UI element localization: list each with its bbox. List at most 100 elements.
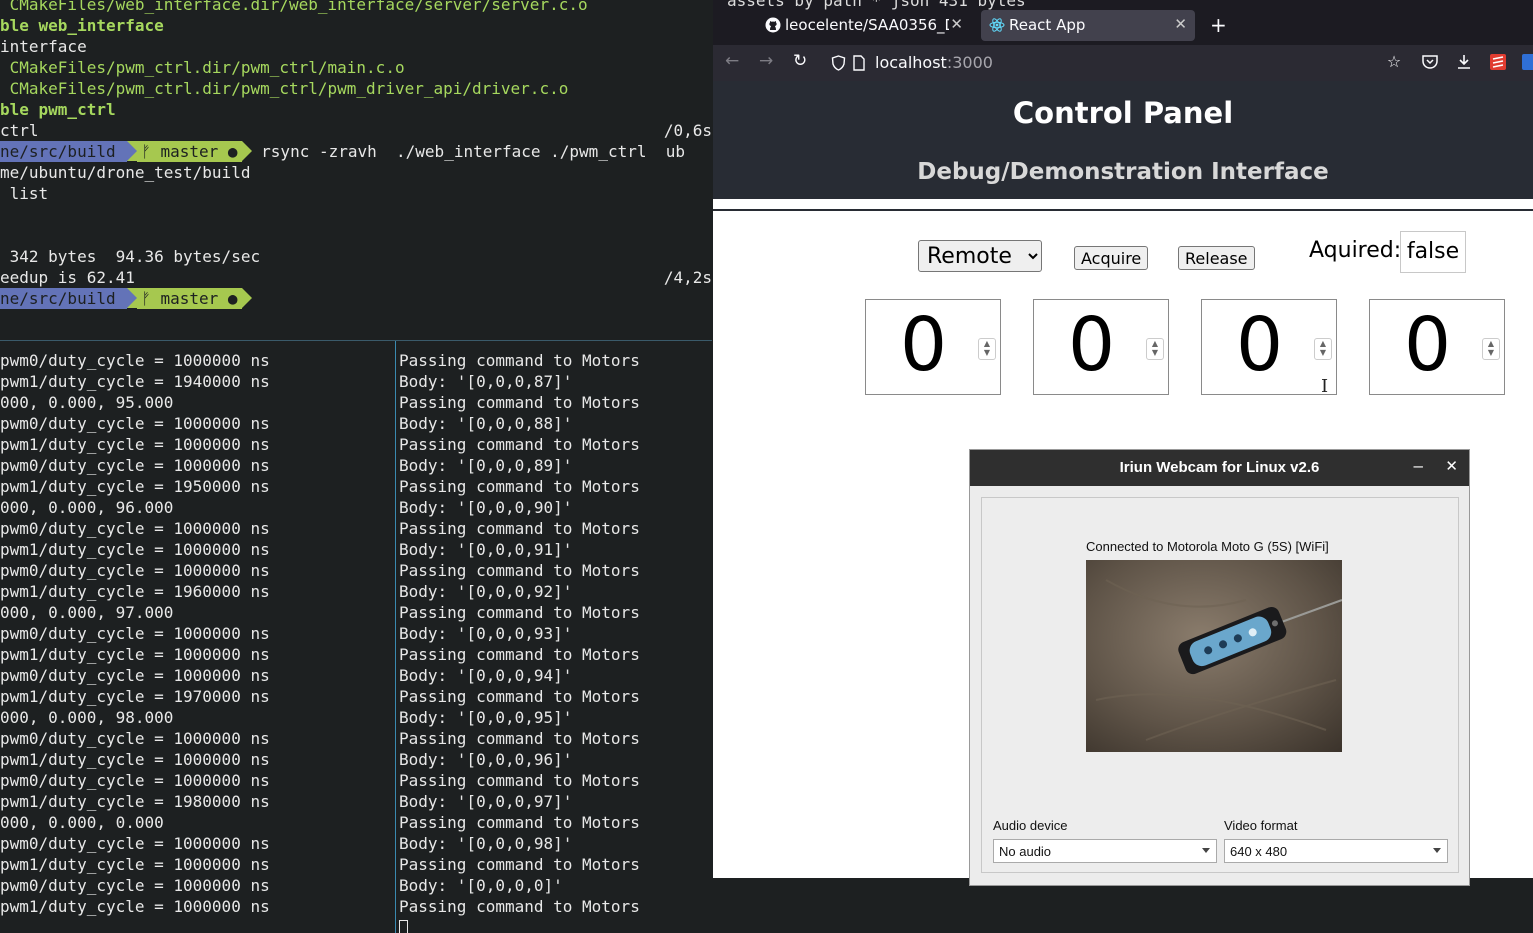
- close-icon[interactable]: ✕: [1445, 457, 1458, 475]
- terminal-line: pwm1/duty_cycle = 1960000 ns: [0, 582, 270, 601]
- terminal-line-text: CMakeFiles/pwm_ctrl.dir/pwm_ctrl/main.c.…: [0, 58, 405, 77]
- webcam-panel: Connected to Motorola Moto G (5S) [WiFi]: [981, 497, 1459, 873]
- url-port: :3000: [946, 53, 993, 72]
- spinner-icon[interactable]: ▲ ▼: [1482, 338, 1500, 360]
- spinner-icon[interactable]: ▲ ▼: [978, 338, 996, 360]
- page-subtitle: Debug/Demonstration Interface: [917, 159, 1329, 185]
- terminal-line: pwm0/duty_cycle = 1000000 ns: [0, 834, 270, 853]
- terminal-line: pwm0/duty_cycle = 1000000 ns: [0, 519, 270, 538]
- download-icon[interactable]: [1455, 53, 1473, 71]
- terminal-line: Passing command to Motors: [399, 813, 640, 832]
- terminal-line: pwm0/duty_cycle = 1000000 ns: [0, 624, 270, 643]
- terminal-line: pwm0/duty_cycle = 1000000 ns: [0, 456, 270, 475]
- terminal-line: eedup is 62.41/4,2s: [0, 267, 712, 288]
- terminal-line: ble web_interface: [0, 15, 712, 36]
- extension-red-icon[interactable]: [1489, 53, 1507, 71]
- audio-device-label: Audio device: [993, 818, 1068, 833]
- terminal-line: ble pwm_ctrl: [0, 99, 712, 120]
- terminal-line: 000, 0.000, 95.000: [0, 393, 174, 412]
- motor-4-input[interactable]: 0 ▲ ▼: [1369, 299, 1505, 395]
- terminal-line: Passing command to Motors: [399, 855, 640, 874]
- camera-preview: [1086, 560, 1342, 752]
- terminal-line: Body: '[0,0,0,95]': [399, 708, 573, 727]
- terminal-line: pwm1/duty_cycle = 1980000 ns: [0, 792, 270, 811]
- shield-icon[interactable]: [831, 55, 846, 71]
- powerline-arrow-icon: [241, 288, 252, 308]
- page-icon[interactable]: [853, 55, 865, 71]
- terminal-line: pwm1/duty_cycle = 1000000 ns: [0, 645, 270, 664]
- release-button[interactable]: Release: [1178, 246, 1255, 270]
- terminal-right-pane[interactable]: Passing command to Motors Body: '[0,0,0,8…: [399, 350, 713, 933]
- motor-4-value: 0: [1404, 302, 1452, 388]
- terminal-line: pwm0/duty_cycle = 1000000 ns: [0, 414, 270, 433]
- app-header: Control Panel Debug/Demonstration Interf…: [713, 81, 1533, 199]
- terminal-line: pwm1/duty_cycle = 1000000 ns: [0, 750, 270, 769]
- motor-2-input[interactable]: 0 ▲ ▼: [1033, 299, 1169, 395]
- terminal-line: CMakeFiles/web_interface.dir/web_interfa…: [0, 0, 712, 15]
- extension-blue-icon[interactable]: [1521, 53, 1533, 71]
- terminal-line: pwm0/duty_cycle = 1000000 ns: [0, 351, 270, 370]
- terminal-line: pwm1/duty_cycle = 1000000 ns: [0, 540, 270, 559]
- terminal-line: Passing command to Motors: [399, 729, 640, 748]
- back-arrow-icon[interactable]: ←: [725, 51, 739, 71]
- powerline-arrow-icon: [127, 288, 138, 308]
- terminal-line: Body: '[0,0,0,87]': [399, 372, 573, 391]
- elapsed-time: /4,2s: [663, 268, 712, 287]
- terminal-line: list: [0, 183, 712, 204]
- terminal-left-pane[interactable]: pwm0/duty_cycle = 1000000 ns pwm1/duty_cy…: [0, 350, 394, 933]
- terminal-line: Body: '[0,0,0,92]': [399, 582, 573, 601]
- tab-github[interactable]: leocelente/SAA0356_D ✕: [757, 10, 971, 41]
- terminal-line: ctrl/0,6s: [0, 120, 712, 141]
- motor-3-value: 0: [1236, 302, 1284, 388]
- terminal-line-text: ble pwm_ctrl: [0, 100, 116, 119]
- terminal-line: Passing command to Motors: [399, 351, 640, 370]
- webcam-window: Iriun Webcam for Linux v2.6 – ✕ Connecte…: [969, 449, 1470, 886]
- terminal-line: Passing command to Motors: [399, 519, 640, 538]
- close-icon[interactable]: ✕: [950, 15, 963, 33]
- motor-1-input[interactable]: 0 ▲ ▼: [865, 299, 1001, 395]
- url-bar[interactable]: localhost:3000: [825, 49, 1385, 77]
- motor-2-value: 0: [1068, 302, 1116, 388]
- powerline-arrow-icon: [127, 141, 138, 161]
- spinner-icon[interactable]: ▲ ▼: [1146, 338, 1164, 360]
- github-icon: [765, 17, 781, 33]
- video-format-value: 640 x 480: [1230, 844, 1288, 859]
- acquire-button[interactable]: Acquire: [1074, 246, 1149, 270]
- terminal-line: CMakeFiles/pwm_ctrl.dir/pwm_ctrl/main.c.…: [0, 57, 712, 78]
- terminal-line: pwm0/duty_cycle = 1000000 ns: [0, 729, 270, 748]
- new-tab-plus-icon[interactable]: +: [1210, 13, 1227, 37]
- video-format-label: Video format: [1224, 818, 1298, 833]
- reload-icon[interactable]: ↻: [793, 51, 807, 71]
- terminal-line-text: eedup is 62.41: [0, 268, 135, 287]
- terminal-line: pwm0/duty_cycle = 1000000 ns: [0, 666, 270, 685]
- pocket-icon[interactable]: [1421, 53, 1439, 71]
- spinner-icon[interactable]: ▲ ▼: [1314, 338, 1332, 360]
- prompt-path: ne/src/build: [0, 288, 128, 309]
- terminal-line: pwm1/duty_cycle = 1970000 ns: [0, 687, 270, 706]
- terminal-line: 000, 0.000, 96.000: [0, 498, 174, 517]
- browser-tab-bar: assets by path * json 431 bytes leocelen…: [713, 0, 1533, 45]
- close-icon[interactable]: ✕: [1174, 15, 1187, 33]
- forward-arrow-icon[interactable]: →: [759, 51, 773, 71]
- react-icon: [989, 18, 1005, 32]
- minimize-icon[interactable]: –: [1414, 456, 1423, 476]
- mode-select[interactable]: Remote: [918, 240, 1042, 272]
- prompt-command: rsync -zravh ./web_interface ./pwm_ctrl …: [251, 142, 686, 161]
- terminal-top-pane[interactable]: CMakeFiles/web_interface.dir/web_interfa…: [0, 0, 712, 340]
- webcam-titlebar[interactable]: Iriun Webcam for Linux v2.6 – ✕: [970, 450, 1469, 486]
- video-format-select[interactable]: 640 x 480: [1224, 839, 1448, 863]
- connection-status: Connected to Motorola Moto G (5S) [WiFi]: [1086, 539, 1329, 554]
- terminal-line: Body: '[0,0,0,0]': [399, 876, 563, 895]
- chevron-down-icon: [1202, 848, 1210, 853]
- tab-react-app[interactable]: React App ✕: [981, 10, 1195, 41]
- chevron-down-icon: [1433, 848, 1441, 853]
- terminal-cursor-line: [399, 917, 713, 933]
- motor-3-input[interactable]: 0 ▲ ▼: [1201, 299, 1337, 395]
- tab-label: leocelente/SAA0356_D: [785, 16, 949, 34]
- audio-device-select[interactable]: No audio: [993, 839, 1217, 863]
- terminal-line-text: ctrl: [0, 121, 39, 140]
- motor-1-value: 0: [900, 302, 948, 388]
- bookmark-star-icon[interactable]: ☆: [1385, 53, 1403, 71]
